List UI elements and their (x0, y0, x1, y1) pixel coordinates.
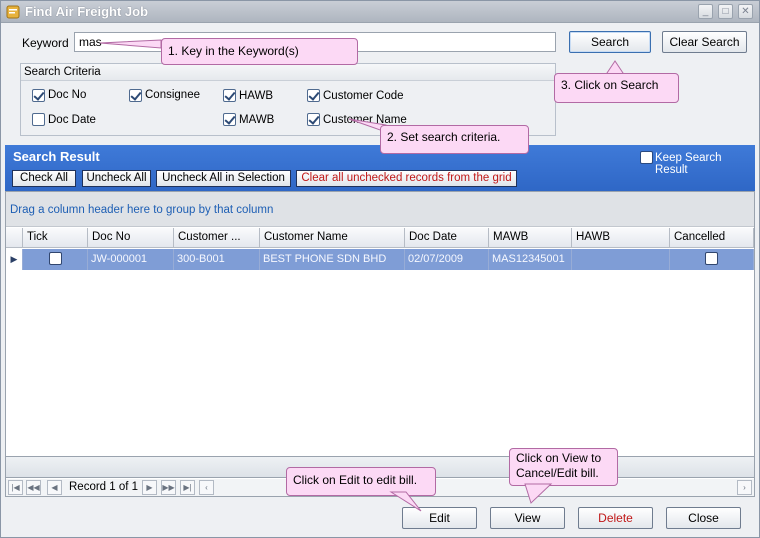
row-indicator-header (6, 228, 23, 248)
doc-no-label: Doc No (48, 89, 87, 101)
first-record-icon[interactable]: |◀ (8, 480, 23, 495)
scroll-right-icon[interactable]: › (737, 480, 752, 495)
column-header-doc-date[interactable]: Doc Date (405, 228, 489, 248)
customer-code-label: Customer Code (323, 90, 404, 102)
search-result-title: Search Result (13, 149, 100, 164)
view-callout: Click on View to Cancel/Edit bill. (509, 448, 618, 486)
close-button[interactable]: Close (666, 507, 741, 529)
search-criteria-title: Search Criteria (21, 64, 555, 81)
criteria-callout: 2. Set search criteria. (380, 125, 529, 154)
view-callout-tail (524, 483, 553, 504)
mawb-checkbox[interactable] (223, 113, 236, 126)
title-bar: Find Air Freight Job _ □ ✕ (1, 1, 759, 23)
last-record-icon[interactable]: ▶| (180, 480, 195, 495)
group-by-hint: Drag a column header here to group by th… (6, 192, 754, 227)
column-header-doc-no[interactable]: Doc No (88, 228, 174, 248)
view-callout-line1: Click on View to (516, 451, 602, 465)
uncheck-all-button[interactable]: Uncheck All (82, 170, 151, 187)
clear-unchecked-records-button[interactable]: Clear all unchecked records from the gri… (296, 170, 517, 187)
doc-date-label: Doc Date (48, 114, 96, 126)
table-cell-hawb (572, 249, 670, 270)
minimize-button[interactable]: _ (698, 4, 713, 19)
delete-button[interactable]: Delete (578, 507, 653, 529)
keep-search-result-checkbox[interactable] (640, 151, 653, 164)
app-icon (6, 5, 20, 19)
search-callout: 3. Click on Search (554, 73, 679, 103)
table-cell-doc-no: JW-000001 (88, 249, 174, 270)
hawb-label: HAWB (239, 90, 274, 102)
column-header-hawb[interactable]: HAWB (572, 228, 670, 248)
previous-record-icon[interactable]: ◀ (47, 480, 62, 495)
next-record-icon[interactable]: ▶ (142, 480, 157, 495)
result-grid: Drag a column header here to group by th… (5, 191, 755, 497)
record-count: Record 1 of 1 (69, 481, 139, 493)
consignee-label: Consignee (145, 89, 200, 101)
column-header-tick[interactable]: Tick (23, 228, 88, 248)
customer-name-checkbox[interactable] (307, 113, 320, 126)
table-cell-customer-name: BEST PHONE SDN BHD (260, 249, 405, 270)
view-button[interactable]: View (490, 507, 565, 529)
consignee-checkbox[interactable] (129, 89, 142, 102)
row-selector-icon: ▶ (6, 249, 23, 270)
table-cell-customer-code: 300-B001 (174, 249, 260, 270)
view-callout-line2: Cancel/Edit bill. (516, 466, 599, 480)
customer-code-checkbox[interactable] (307, 89, 320, 102)
close-window-button[interactable]: ✕ (738, 4, 753, 19)
find-air-freight-job-window: Find Air Freight Job _ □ ✕ Keyword mas S… (0, 0, 760, 538)
keyword-callout: 1. Key in the Keyword(s) (161, 38, 358, 65)
column-header-mawb[interactable]: MAWB (489, 228, 572, 248)
edit-callout-tail (389, 491, 422, 512)
uncheck-all-in-selection-button[interactable]: Uncheck All in Selection (156, 170, 291, 187)
scroll-left-icon[interactable]: ‹ (199, 480, 214, 495)
search-button[interactable]: Search (569, 31, 651, 53)
previous-page-icon[interactable]: ◀◀ (26, 480, 41, 495)
hawb-checkbox[interactable] (223, 89, 236, 102)
mawb-label: MAWB (239, 114, 275, 126)
keyword-label: Keyword (22, 36, 69, 50)
table-cell-cancelled (670, 249, 754, 270)
column-header-customer-code[interactable]: Customer ... (174, 228, 260, 248)
keep-search-result-label: Keep Search Result (655, 152, 722, 176)
table-cell-tick (23, 249, 88, 270)
maximize-button[interactable]: □ (718, 4, 733, 19)
check-all-button[interactable]: Check All (12, 170, 76, 187)
table-cell-doc-date: 02/07/2009 (405, 249, 489, 270)
column-header-cancelled[interactable]: Cancelled (670, 228, 754, 248)
doc-date-checkbox[interactable] (32, 113, 45, 126)
doc-no-checkbox[interactable] (32, 89, 45, 102)
keyword-callout-tail (99, 39, 162, 49)
clear-search-button[interactable]: Clear Search (662, 31, 747, 53)
column-header-customer-name[interactable]: Customer Name (260, 228, 405, 248)
tick-checkbox[interactable] (49, 252, 62, 265)
cancelled-checkbox[interactable] (705, 252, 718, 265)
window-title: Find Air Freight Job (25, 4, 149, 19)
table-cell-mawb: MAS12345001 (489, 249, 572, 270)
next-page-icon[interactable]: ▶▶ (161, 480, 176, 495)
